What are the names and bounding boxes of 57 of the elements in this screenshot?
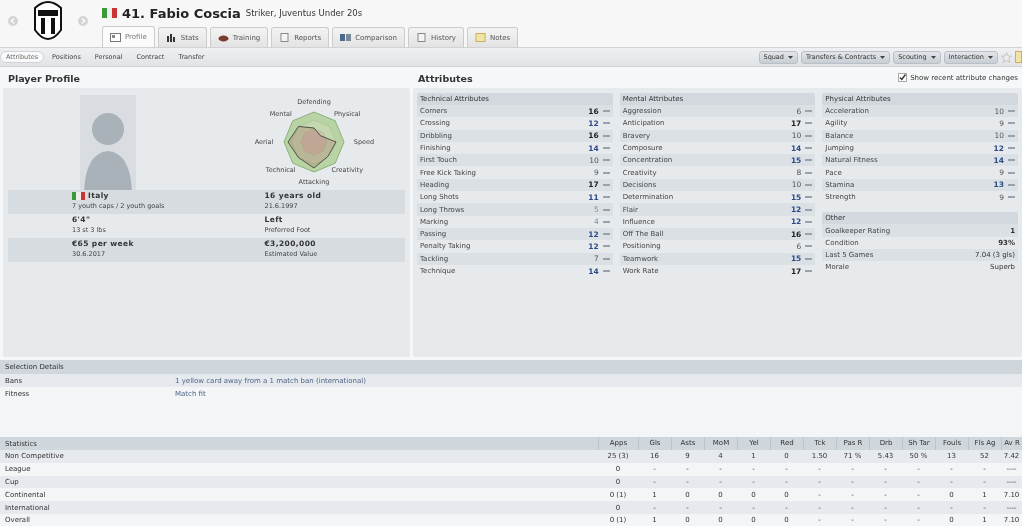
no-change-icon: [602, 183, 610, 186]
tab-bars-icon: [165, 33, 177, 42]
no-change-icon: [602, 220, 610, 223]
back-arrow-icon[interactable]: [8, 16, 18, 26]
star-icon[interactable]: [1001, 51, 1012, 63]
no-change-icon: [805, 233, 813, 236]
no-change-icon: [1008, 147, 1015, 150]
no-change-icon: [1008, 159, 1015, 162]
no-change-icon: [1008, 122, 1015, 125]
no-change-icon: [602, 196, 610, 199]
player-role: Striker, Juventus Under 20s: [245, 8, 363, 18]
no-change-icon: [1008, 183, 1015, 186]
tab-doc-icon: [416, 33, 428, 42]
tab-note-icon: [474, 33, 486, 42]
no-change-icon: [805, 147, 813, 150]
no-change-icon: [602, 122, 610, 125]
no-change-icon: [602, 208, 610, 211]
no-change-icon: [805, 196, 813, 199]
flag-icon: [72, 191, 85, 200]
tab-ball-icon: [217, 33, 229, 42]
no-change-icon: [805, 220, 813, 223]
tab-compare-icon: [340, 33, 352, 42]
no-change-icon: [1008, 110, 1015, 113]
caret-icon: [988, 55, 993, 59]
section-title: Attributes: [417, 72, 474, 86]
no-change-icon: [805, 257, 813, 260]
tab-card-icon: [110, 32, 121, 42]
checkbox[interactable]: [898, 73, 908, 82]
no-change-icon: [805, 245, 813, 248]
player-name: 41. Fabio Coscia: [122, 5, 241, 21]
no-change-icon: [602, 134, 610, 137]
section-title: Player Profile: [7, 72, 81, 86]
no-change-icon: [602, 233, 610, 236]
no-change-icon: [805, 110, 813, 113]
no-change-icon: [805, 159, 813, 162]
forward-arrow-icon[interactable]: [78, 16, 88, 26]
no-change-icon: [602, 257, 610, 260]
no-change-icon: [805, 183, 813, 186]
no-change-icon: [805, 134, 813, 137]
no-change-icon: [602, 245, 610, 248]
flag-icon: [102, 8, 117, 18]
no-change-icon: [805, 208, 813, 211]
no-change-icon: [602, 110, 610, 113]
no-change-icon: [602, 147, 610, 150]
no-change-icon: [1008, 171, 1015, 174]
caret-icon: [788, 55, 794, 59]
no-change-icon: [805, 122, 813, 125]
tab-doc-icon: [279, 33, 291, 42]
player-attribute-shape: [287, 126, 337, 169]
caret-icon: [930, 55, 936, 59]
note-icon[interactable]: [1015, 51, 1022, 63]
no-change-icon: [1008, 134, 1015, 137]
no-change-icon: [1008, 196, 1015, 199]
caret-icon: [880, 55, 886, 59]
no-change-icon: [805, 171, 813, 174]
no-change-icon: [602, 171, 610, 174]
no-change-icon: [602, 159, 610, 162]
